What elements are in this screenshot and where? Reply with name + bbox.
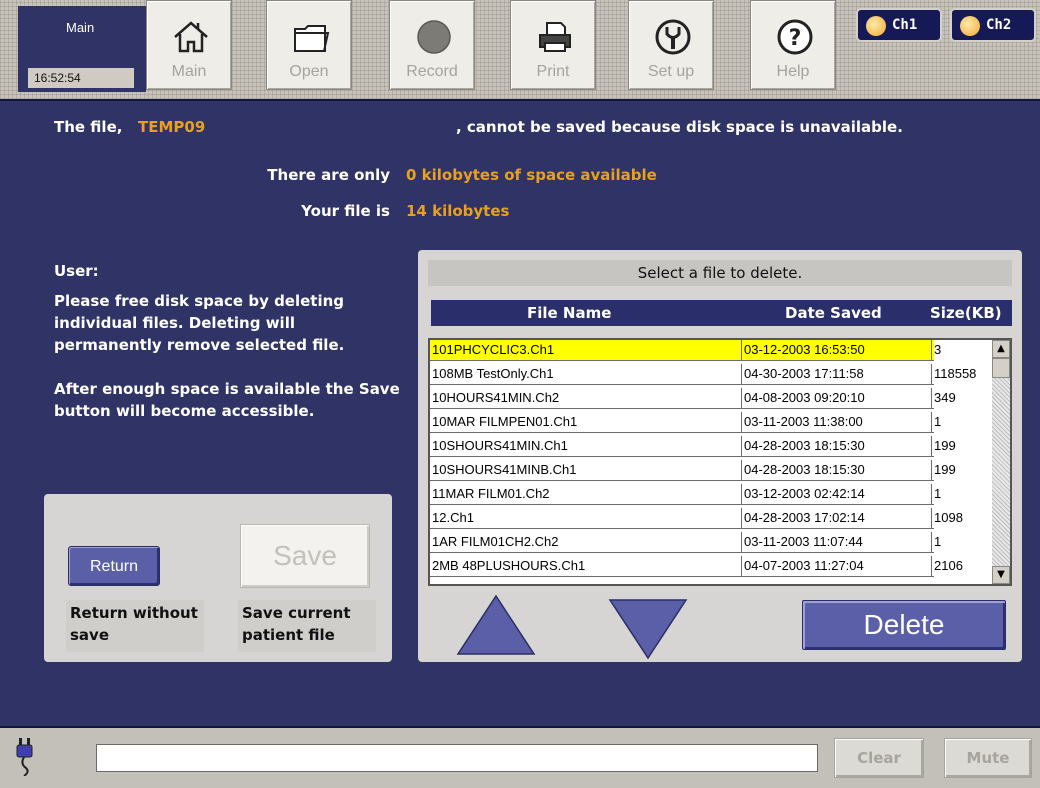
- record-icon: [417, 20, 451, 54]
- setup-button[interactable]: Set up: [628, 0, 714, 90]
- table-row[interactable]: 108MB TestOnly.Ch1 04-30-2003 17:11:58 1…: [430, 364, 976, 385]
- table-row[interactable]: 10SHOURS41MIN.Ch1 04-28-2003 18:15:30 19…: [430, 436, 956, 457]
- wrench-icon: [655, 19, 691, 55]
- mute-button: Mute: [944, 738, 1032, 778]
- cell-file-name: 101PHCYCLIC3.Ch1: [430, 340, 742, 360]
- return-button[interactable]: Return: [68, 546, 160, 586]
- screen-title: Main: [66, 20, 95, 35]
- cell-date-saved: 04-07-2003 11:27:04: [742, 556, 932, 576]
- size-value: 14 kilobytes: [406, 202, 510, 220]
- scroll-down-icon[interactable]: ▼: [992, 566, 1010, 584]
- delete-button[interactable]: Delete: [802, 600, 1006, 650]
- file-table-header: File Name Date Saved Size(KB): [431, 300, 1012, 326]
- instructions: Please free disk space by deleting indiv…: [54, 290, 404, 444]
- cell-file-name: 10SHOURS41MIN.Ch1: [430, 436, 742, 456]
- plug-icon: [16, 738, 33, 776]
- channel-2-button[interactable]: Ch2: [950, 8, 1036, 42]
- main-button-label: Main: [171, 63, 207, 80]
- space-label: There are only: [267, 166, 390, 184]
- cell-file-name: 12.Ch1: [430, 508, 742, 528]
- file-table-scrollbar[interactable]: ▲ ▼: [932, 340, 1010, 584]
- header-date-saved: Date Saved: [785, 304, 882, 322]
- table-row[interactable]: 10HOURS41MIN.Ch2 04-08-2003 09:20:10 349: [430, 388, 956, 409]
- table-row[interactable]: 101PHCYCLIC3.Ch1 03-12-2003 16:53:50 3: [430, 340, 941, 361]
- channel-1-button[interactable]: Ch1: [856, 8, 942, 42]
- clock-panel: Main 16:52:54: [18, 6, 146, 92]
- print-button[interactable]: Print: [510, 0, 596, 90]
- size-label: Your file is: [301, 202, 390, 220]
- table-row[interactable]: 10SHOURS41MINB.Ch1 04-28-2003 18:15:30 1…: [430, 460, 956, 481]
- cell-file-name: 1AR FILM01CH2.Ch2: [430, 532, 742, 552]
- table-row[interactable]: 2MB 48PLUSHOURS.Ch1 04-07-2003 11:27:04 …: [430, 556, 963, 577]
- file-table[interactable]: 101PHCYCLIC3.Ch1 03-12-2003 16:53:50 3 1…: [428, 338, 1012, 586]
- table-row[interactable]: 1AR FILM01CH2.Ch2 03-11-2003 11:07:44 1: [430, 532, 941, 553]
- action-panel: Return Save Return without save Save cur…: [44, 494, 392, 662]
- scrollbar-thumb[interactable]: [992, 358, 1010, 378]
- cell-date-saved: 03-12-2003 02:42:14: [742, 484, 932, 504]
- open-button-label: Open: [289, 63, 329, 80]
- instruction-delete: Please free disk space by deleting indiv…: [54, 292, 345, 354]
- cell-date-saved: 04-28-2003 18:15:30: [742, 436, 932, 456]
- print-button-label: Print: [536, 63, 570, 80]
- save-caption: Save current patient file: [238, 600, 376, 652]
- scroll-up-arrow-icon[interactable]: [456, 594, 536, 656]
- channel-1-label: Ch1: [892, 17, 918, 33]
- scroll-down-arrow-icon[interactable]: [608, 598, 688, 660]
- channel-1-indicator-icon: [866, 16, 886, 36]
- cell-file-name: 10HOURS41MIN.Ch2: [430, 388, 742, 408]
- cell-date-saved: 04-28-2003 17:02:14: [742, 508, 932, 528]
- status-message-field[interactable]: [96, 744, 818, 772]
- help-button-label: Help: [776, 63, 810, 80]
- cell-date-saved: 04-30-2003 17:11:58: [742, 364, 932, 384]
- table-row[interactable]: 10MAR FILMPEN01.Ch1 03-11-2003 11:38:00 …: [430, 412, 941, 433]
- home-icon: [174, 21, 208, 53]
- header-file-name: File Name: [527, 304, 612, 322]
- cell-date-saved: 04-08-2003 09:20:10: [742, 388, 932, 408]
- return-caption: Return without save: [66, 600, 204, 652]
- user-label: User:: [54, 262, 99, 280]
- channel-2-label: Ch2: [986, 17, 1012, 33]
- channel-2-indicator-icon: [960, 16, 980, 36]
- folder-icon: [294, 25, 330, 52]
- cell-date-saved: 03-11-2003 11:07:44: [742, 532, 932, 552]
- message-prefix: The file,: [54, 118, 123, 136]
- main-button[interactable]: Main: [146, 0, 232, 90]
- header-size: Size(KB): [930, 304, 1002, 322]
- help-icon: ?: [777, 19, 813, 55]
- toolbar: Main 16:52:54 Main Open Record Print Set…: [0, 0, 1040, 101]
- open-button[interactable]: Open: [266, 0, 352, 90]
- cell-file-name: 2MB 48PLUSHOURS.Ch1: [430, 556, 742, 576]
- record-button[interactable]: Record: [389, 0, 475, 90]
- table-row[interactable]: 12.Ch1 04-28-2003 17:02:14 1098: [430, 508, 963, 529]
- space-value: 0 kilobytes of space available: [406, 166, 657, 184]
- help-button[interactable]: ? Help: [750, 0, 836, 90]
- cell-date-saved: 03-11-2003 11:38:00: [742, 412, 932, 432]
- svg-text:?: ?: [789, 26, 802, 51]
- status-bar: Clear Mute: [0, 726, 1040, 788]
- cell-file-name: 11MAR FILM01.Ch2: [430, 484, 742, 504]
- scroll-up-icon[interactable]: ▲: [992, 340, 1010, 358]
- cell-file-name: 10MAR FILMPEN01.Ch1: [430, 412, 742, 432]
- table-row[interactable]: 11MAR FILM01.Ch2 03-12-2003 02:42:14 1: [430, 484, 941, 505]
- clock-time: 16:52:54: [28, 68, 134, 88]
- message-suffix: , cannot be saved because disk space is …: [456, 118, 903, 136]
- file-table-title: Select a file to delete.: [428, 260, 1012, 286]
- cell-date-saved: 03-12-2003 16:53:50: [742, 340, 932, 360]
- clear-button: Clear: [834, 738, 924, 778]
- file-panel: Select a file to delete. File Name Date …: [418, 250, 1022, 662]
- setup-button-label: Set up: [647, 63, 695, 80]
- instruction-save: After enough space is available the Save…: [54, 380, 400, 420]
- message-filename: TEMP09: [138, 118, 206, 136]
- cell-date-saved: 04-28-2003 18:15:30: [742, 460, 932, 480]
- cell-file-name: 10SHOURS41MINB.Ch1: [430, 460, 742, 480]
- record-button-label: Record: [406, 63, 458, 80]
- save-button: Save: [240, 524, 370, 588]
- printer-icon: [539, 22, 571, 52]
- cell-file-name: 108MB TestOnly.Ch1: [430, 364, 742, 384]
